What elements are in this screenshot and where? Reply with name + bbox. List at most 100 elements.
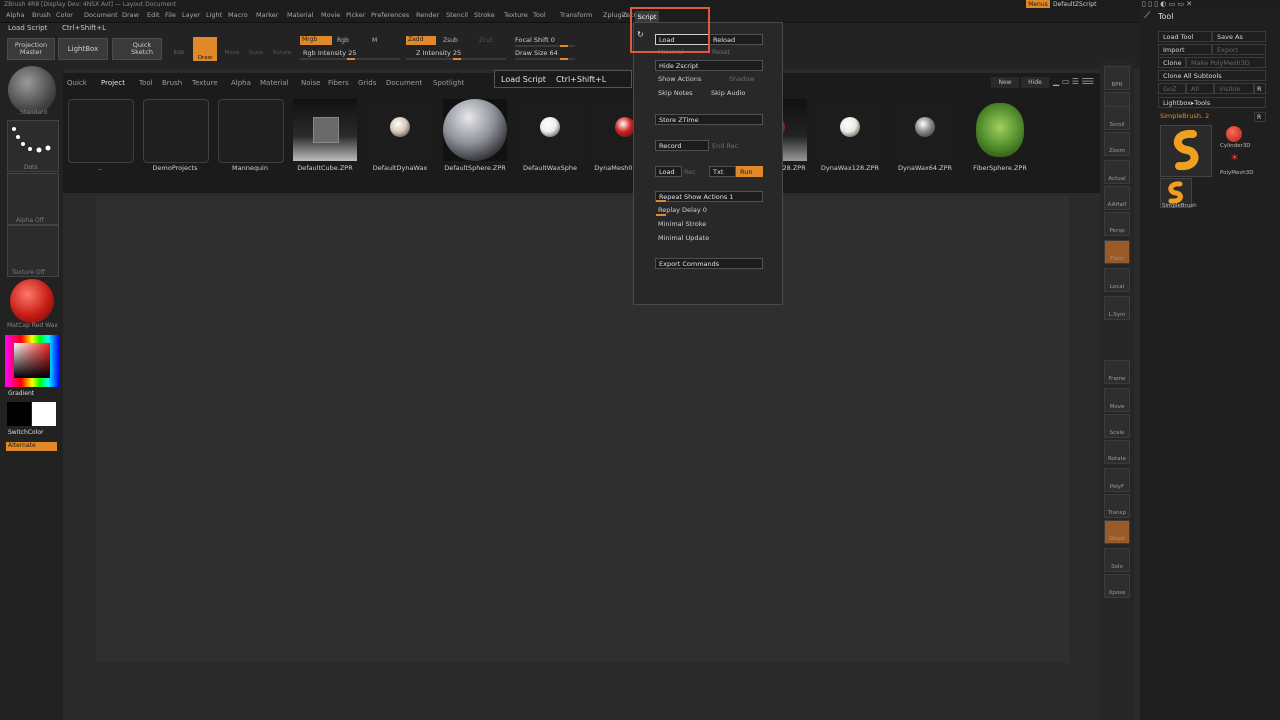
goz-button[interactable]: GoZ	[1158, 83, 1186, 94]
menu-item-14[interactable]: Preferences	[371, 11, 409, 19]
lightbox-item-11[interactable]	[893, 99, 957, 161]
menu-item-9[interactable]: Macro	[228, 11, 248, 19]
menu-item-20[interactable]: Transform	[560, 11, 592, 19]
menu-item-4[interactable]: Draw	[122, 11, 139, 19]
lightbox-tab-7[interactable]: Noise	[301, 79, 320, 87]
shadow-button[interactable]: Shadow	[729, 75, 755, 83]
lightbox-item-10[interactable]	[818, 99, 882, 161]
skip-notes-button[interactable]: Skip Notes	[658, 89, 693, 97]
secondary-color-swatch[interactable]	[7, 402, 31, 426]
lightbox-tools-button[interactable]: Lightbox▸Tools	[1158, 97, 1266, 108]
menu-item-17[interactable]: Stroke	[474, 11, 495, 19]
repeat-show-actions-slider[interactable]: Repeat Show Actions 1	[655, 191, 763, 202]
goz-visible-button[interactable]: Visible	[1214, 83, 1254, 94]
rec-button[interactable]: Rec	[684, 168, 696, 176]
minimal-update-button[interactable]: Minimal Update	[658, 234, 709, 242]
zsub-button[interactable]: Zsub	[443, 37, 458, 44]
focal-shift-slider[interactable]: Focal Shift 0	[515, 36, 555, 44]
menu-item-0[interactable]: Alpha	[6, 11, 24, 19]
menu-item-12[interactable]: Movie	[321, 11, 340, 19]
lightbox-item-4[interactable]	[368, 99, 432, 161]
lightbox-tab-5[interactable]: Alpha	[231, 79, 251, 87]
save-as-button[interactable]: Save As	[1212, 31, 1266, 42]
quick-sketch-button[interactable]: Quick Sketch	[112, 38, 162, 60]
menu-item-6[interactable]: File	[165, 11, 176, 19]
alternate-button[interactable]: Alternate	[6, 442, 57, 451]
current-tool-r-button[interactable]: R	[1254, 112, 1266, 122]
goz-r-button[interactable]: R	[1254, 83, 1266, 94]
gradient-label[interactable]: Gradient	[8, 390, 34, 397]
lightbox-view-icons[interactable]: ▁ ▭ ☰ ☰	[1053, 77, 1089, 86]
rgb-button[interactable]: Rgb	[337, 37, 349, 44]
lightbox-tab-9[interactable]: Grids	[358, 79, 376, 87]
color-square[interactable]	[14, 343, 50, 378]
lightbox-item-12[interactable]	[968, 99, 1032, 161]
menu-item-15[interactable]: Render	[416, 11, 439, 19]
txt-button[interactable]: Txt	[709, 166, 736, 177]
m-button[interactable]: M	[372, 37, 377, 44]
clone-all-subtools-button[interactable]: Clone All Subtools	[1158, 70, 1266, 81]
switch-color-button[interactable]: SwitchColor	[8, 429, 44, 436]
lightbox-tab-6[interactable]: Material	[260, 79, 288, 87]
lightbox-item-5[interactable]	[443, 99, 507, 161]
script-reload-button[interactable]: Reload	[709, 34, 763, 45]
lightbox-tab-0[interactable]: Quick	[67, 79, 87, 87]
color-picker[interactable]	[5, 335, 59, 387]
menu-item-5[interactable]: Edit	[147, 11, 160, 19]
window-controls[interactable]: ▯ ▯ ▯ ◐ ▭ ▭ ✕	[1142, 0, 1192, 8]
script-load2-button[interactable]: Load	[655, 166, 682, 177]
primary-color-swatch[interactable]	[32, 402, 56, 426]
lightbox-item-3[interactable]	[293, 99, 357, 161]
default-zscript[interactable]: DefaultZScript	[1053, 1, 1096, 8]
edit-button[interactable]: Edit	[170, 38, 188, 60]
lightbox-item-2[interactable]	[218, 99, 284, 163]
export-commands-button[interactable]: Export Commands	[655, 258, 763, 269]
lightbox-tab-8[interactable]: Fibers	[328, 79, 349, 87]
simplebrush-tool-thumb[interactable]	[1160, 125, 1212, 177]
menu-item-7[interactable]: Layer	[182, 11, 200, 19]
menu-item-18[interactable]: Texture	[504, 11, 528, 19]
script-reset-button[interactable]: Reset	[712, 48, 730, 56]
cylinder3d-thumb[interactable]	[1226, 126, 1242, 142]
scale-button[interactable]: Scale	[246, 38, 266, 60]
lightbox-new-button[interactable]: New	[991, 77, 1019, 88]
menu-item-16[interactable]: Stencil	[446, 11, 468, 19]
lightbox-tab-2[interactable]: Tool	[139, 79, 153, 87]
menu-item-19[interactable]: Tool	[533, 11, 546, 19]
make-polymesh-button[interactable]: Make PolyMesh3D	[1186, 57, 1266, 68]
current-tool-label[interactable]: SimpleBrush. 2	[1160, 112, 1209, 120]
lightbox-tab-10[interactable]: Document	[386, 79, 422, 87]
show-actions-button[interactable]: Show Actions	[658, 75, 701, 83]
hide-zscript-button[interactable]: Hide Zscript	[655, 60, 763, 71]
replay-delay-slider[interactable]: Replay Delay 0	[658, 206, 707, 214]
lightbox-tab-3[interactable]: Brush	[162, 79, 182, 87]
run-button[interactable]: Run	[736, 166, 763, 177]
menu-item-13[interactable]: Picker	[346, 11, 365, 19]
mrgb-button[interactable]: Mrgb	[300, 36, 332, 45]
menu-item-8[interactable]: Light	[206, 11, 222, 19]
zcut-button[interactable]: Zcut	[479, 37, 493, 44]
polymesh3d-star-icon[interactable]: ✶	[1230, 151, 1239, 164]
goz-all-button[interactable]: All	[1186, 83, 1214, 94]
zadd-button[interactable]: Zadd	[406, 36, 436, 45]
menu-item-3[interactable]: Document	[84, 11, 118, 19]
lightbox-tab-4[interactable]: Texture	[192, 79, 218, 87]
rotate-button[interactable]: Rotate	[270, 38, 294, 60]
menu-item-1[interactable]: Brush	[32, 11, 51, 19]
menu-item-10[interactable]: Marker	[256, 11, 278, 19]
menus-toggle[interactable]: Menus	[1026, 0, 1050, 8]
clone-button[interactable]: Clone	[1158, 57, 1186, 68]
minimal-stroke-button[interactable]: Minimal Stroke	[658, 220, 706, 228]
z-intensity-slider[interactable]: Z Intensity 25	[416, 49, 461, 57]
lightbox-button[interactable]: LightBox	[58, 38, 108, 60]
rgb-intensity-slider[interactable]: Rgb Intensity 25	[303, 49, 356, 57]
record-button[interactable]: Record	[655, 140, 709, 151]
draw-button[interactable]: Draw	[193, 37, 217, 61]
material-thumbnail[interactable]	[10, 279, 54, 323]
lightbox-hide-button[interactable]: Hide	[1021, 77, 1049, 88]
lightbox-item-6[interactable]	[518, 99, 582, 161]
menu-item-2[interactable]: Color	[56, 11, 73, 19]
export-button[interactable]: Export	[1212, 44, 1266, 55]
document-canvas[interactable]	[96, 196, 1069, 663]
load-tool-button[interactable]: Load Tool	[1158, 31, 1212, 42]
